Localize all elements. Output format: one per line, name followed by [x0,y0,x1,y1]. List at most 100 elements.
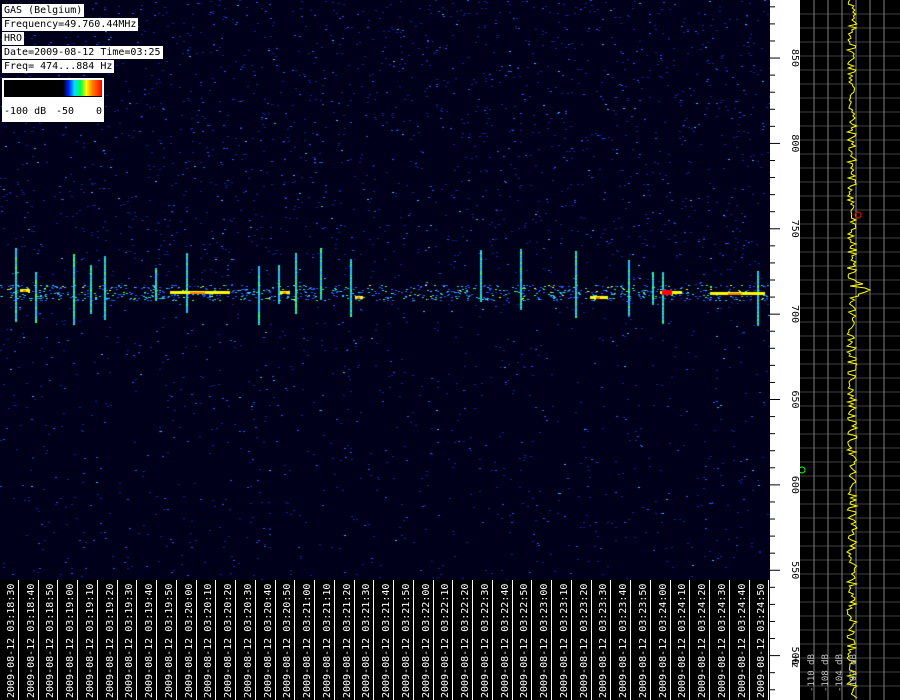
time-axis-separator [591,580,592,700]
time-axis-separator [689,580,690,700]
time-axis-label: 2009-08-12 03:22:00 [421,583,432,698]
time-axis-label: 2009-08-12 03:20:40 [263,583,274,698]
time-axis-separator [334,580,335,700]
mode-label: HRO [2,32,25,45]
time-axis-separator [18,580,19,700]
freq-tick-label: 550 [789,561,800,579]
time-axis-label: 2009-08-12 03:18:40 [26,583,37,698]
time-axis-separator [57,580,58,700]
time-axis-label: 2009-08-12 03:23:10 [559,583,570,698]
freq-tick-label: 600 [789,476,800,494]
color-scale-bar [4,80,102,96]
station-label: GAS (Belgium) [2,4,85,17]
time-axis-separator [768,580,769,700]
time-axis-separator [512,580,513,700]
time-axis-label: 2009-08-12 03:22:10 [440,583,451,698]
time-axis-label: 2009-08-12 03:19:20 [105,583,116,698]
frequency-axis: 500 550 600 650 700 750 800 850 Hz [770,0,800,700]
signal-scope-panel: -110 dB -108 dB -104 dB -102 dB [798,0,900,700]
noise-marker [798,466,806,474]
freq-tick-label: 700 [789,305,800,323]
time-axis-separator [354,580,355,700]
scale-mid-label: -50 [56,106,75,117]
time-axis-label: 2009-08-12 03:20:00 [184,583,195,698]
time-axis-separator [610,580,611,700]
time-axis-label: 2009-08-12 03:20:50 [282,583,293,698]
color-scale-ticks [4,96,102,105]
scope-level-label: -104 dB [835,654,845,692]
time-axis-separator [215,580,216,700]
time-axis-label: 2009-08-12 03:21:50 [401,583,412,698]
time-axis-label: 2009-08-12 03:24:40 [737,583,748,698]
time-axis-separator [275,580,276,700]
time-axis-label: 2009-08-12 03:19:10 [85,583,96,698]
time-axis-label: 2009-08-12 03:19:00 [65,583,76,698]
time-axis-separator [709,580,710,700]
signal-trace [845,0,872,699]
freq-range-label: Freq= 474...884 Hz [2,60,115,73]
scale-min-label: -100 dB [4,106,47,117]
time-axis-label: 2009-08-12 03:22:50 [519,583,530,698]
time-axis-label: 2009-08-12 03:24:30 [717,583,728,698]
datetime-label: Date=2009-08-12 Time=03:25 [2,46,163,59]
time-axis-label: 2009-08-12 03:23:30 [598,583,609,698]
time-axis-label: 2009-08-12 03:18:30 [6,583,17,698]
time-axis-label: 2009-08-12 03:21:40 [381,583,392,698]
time-axis-separator [77,580,78,700]
signal-scope-svg: -110 dB -108 dB -104 dB -102 dB [798,0,900,700]
frequency-label: Frequency=49.760.44MHz [2,18,139,31]
time-axis-separator [176,580,177,700]
freq-unit-label: Hz [789,656,800,668]
time-axis-label: 2009-08-12 03:23:00 [539,583,550,698]
time-axis-separator [255,580,256,700]
time-axis-label: 2009-08-12 03:24:00 [658,583,669,698]
freq-tick-label: 650 [789,390,800,408]
time-axis-label: 2009-08-12 03:23:50 [638,583,649,698]
time-axis-label: 2009-08-12 03:24:20 [697,583,708,698]
time-axis-separator [117,580,118,700]
time-axis-label: 2009-08-12 03:23:40 [618,583,629,698]
time-axis-separator [373,580,374,700]
time-axis-label: 2009-08-12 03:22:20 [460,583,471,698]
scope-level-label: -102 dB [849,654,859,692]
time-axis-label: 2009-08-12 03:22:40 [500,583,511,698]
time-axis-label: 2009-08-12 03:20:10 [203,583,214,698]
time-axis-label: 2009-08-12 03:21:30 [361,583,372,698]
time-axis-label: 2009-08-12 03:23:20 [579,583,590,698]
freq-tick-label: 750 [789,220,800,238]
time-axis-separator [294,580,295,700]
time-axis-separator [452,580,453,700]
time-axis-label: 2009-08-12 03:22:30 [480,583,491,698]
time-axis-separator [393,580,394,700]
spectrogram-window: GAS (Belgium) Frequency=49.760.44MHz HRO… [0,0,900,700]
time-axis-label: 2009-08-12 03:21:10 [322,583,333,698]
time-axis-label: 2009-08-12 03:21:20 [342,583,353,698]
time-axis-separator [97,580,98,700]
time-axis-separator [413,580,414,700]
scale-max-label: 0 [96,106,103,117]
time-axis-label: 2009-08-12 03:19:40 [144,583,155,698]
time-axis-separator [551,580,552,700]
time-axis-separator [729,580,730,700]
time-axis-label: 2009-08-12 03:24:50 [756,583,767,698]
time-axis-separator [472,580,473,700]
time-axis-separator [314,580,315,700]
time-axis-separator [492,580,493,700]
freq-tick-label: 800 [789,134,800,152]
time-axis-label: 2009-08-12 03:19:50 [164,583,175,698]
time-axis-label: 2009-08-12 03:18:50 [45,583,56,698]
freq-tick-label: 850 [789,49,800,67]
time-axis-separator [38,580,39,700]
time-axis-label: 2009-08-12 03:20:20 [223,583,234,698]
scope-level-label: -110 dB [807,654,817,692]
time-axis-label: 2009-08-12 03:19:30 [124,583,135,698]
time-axis-label: 2009-08-12 03:24:10 [677,583,688,698]
scope-level-label: -108 dB [821,654,831,692]
time-axis-separator [136,580,137,700]
time-axis-separator [630,580,631,700]
color-scale-legend: -100 dB -50 0 [2,78,104,122]
time-axis-separator [196,580,197,700]
time-axis-separator [433,580,434,700]
frequency-axis-svg: 500550600650700750800850Hz [770,6,800,691]
time-axis-separator [650,580,651,700]
